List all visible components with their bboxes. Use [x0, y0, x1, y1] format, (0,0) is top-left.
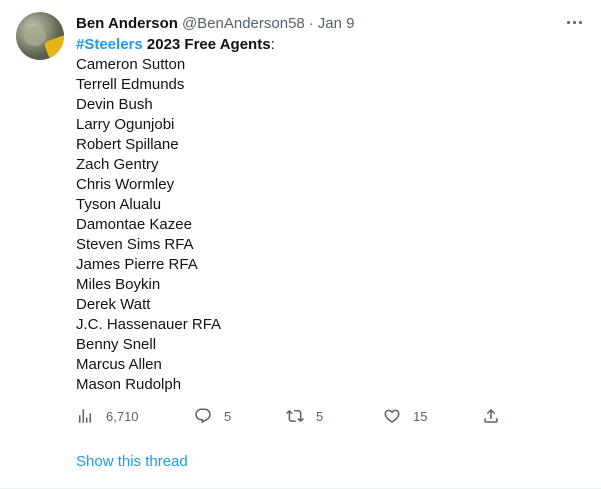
retweet-button[interactable]: 5: [286, 405, 323, 427]
reply-count: 5: [224, 408, 232, 424]
list-item: Terrell Edmunds: [76, 76, 185, 93]
author-handle[interactable]: @BenAnderson58: [182, 15, 305, 32]
tweet-header: Ben Anderson @BenAnderson58 · Jan 9: [76, 13, 354, 33]
tweet-text: #Steelers 2023 Free Agents: Cameron Sutt…: [76, 35, 576, 395]
headline-colon: :: [270, 36, 275, 53]
list-item: Mason Rudolph: [76, 376, 182, 393]
list-item: Robert Spillane: [76, 136, 179, 153]
tweet[interactable]: Ben Anderson @BenAnderson58 · Jan 9 #Ste…: [0, 0, 601, 489]
retweet-count: 5: [316, 408, 324, 424]
views-button[interactable]: 6,710: [76, 405, 139, 427]
tweet-headline: #Steelers 2023 Free Agents:: [76, 35, 576, 55]
tweet-date[interactable]: Jan 9: [318, 15, 355, 32]
reply-icon: [195, 408, 211, 424]
share-button[interactable]: [482, 405, 500, 427]
list-item: Damontae Kazee: [76, 216, 192, 233]
hashtag-link[interactable]: #Steelers: [76, 36, 143, 53]
list-item: Chris Wormley: [76, 176, 175, 193]
list-item: Devin Bush: [76, 96, 153, 113]
headline-text: 2023 Free Agents: [142, 36, 271, 53]
list-item: Derek Watt: [76, 296, 151, 313]
list-item: James Pierre RFA: [76, 256, 198, 273]
avatar-accent: [43, 34, 64, 60]
more-dot: [572, 20, 576, 24]
list-item: Cameron Sutton: [76, 56, 186, 73]
show-thread-link[interactable]: Show this thread: [76, 453, 188, 470]
list-item: Benny Snell: [76, 336, 157, 353]
author-name[interactable]: Ben Anderson: [76, 15, 178, 32]
list-item: J.C. Hassenauer RFA: [76, 316, 222, 333]
list-item: Zach Gentry: [76, 156, 159, 173]
reply-button[interactable]: 5: [194, 405, 231, 427]
more-options-icon[interactable]: [560, 12, 588, 32]
list-item: Marcus Allen: [76, 356, 162, 373]
avatar-shape: [24, 26, 46, 46]
like-button[interactable]: 15: [383, 405, 427, 427]
more-dot: [578, 20, 582, 24]
heart-icon: [384, 409, 400, 423]
list-item: Tyson Alualu: [76, 196, 162, 213]
header-separator: ·: [308, 14, 314, 32]
list-item: Larry Ogunjobi: [76, 116, 175, 133]
share-icon: [484, 408, 498, 423]
views-count: 6,710: [106, 408, 139, 424]
more-dot: [566, 20, 570, 24]
like-count: 15: [413, 408, 428, 424]
list-item: Steven Sims RFA: [76, 236, 194, 253]
analytics-icon: [79, 409, 91, 423]
avatar[interactable]: [16, 12, 64, 60]
tweet-actions: 6,710 5 5 15: [76, 405, 506, 427]
retweet-icon: [286, 409, 304, 423]
list-item: Miles Boykin: [76, 276, 161, 293]
